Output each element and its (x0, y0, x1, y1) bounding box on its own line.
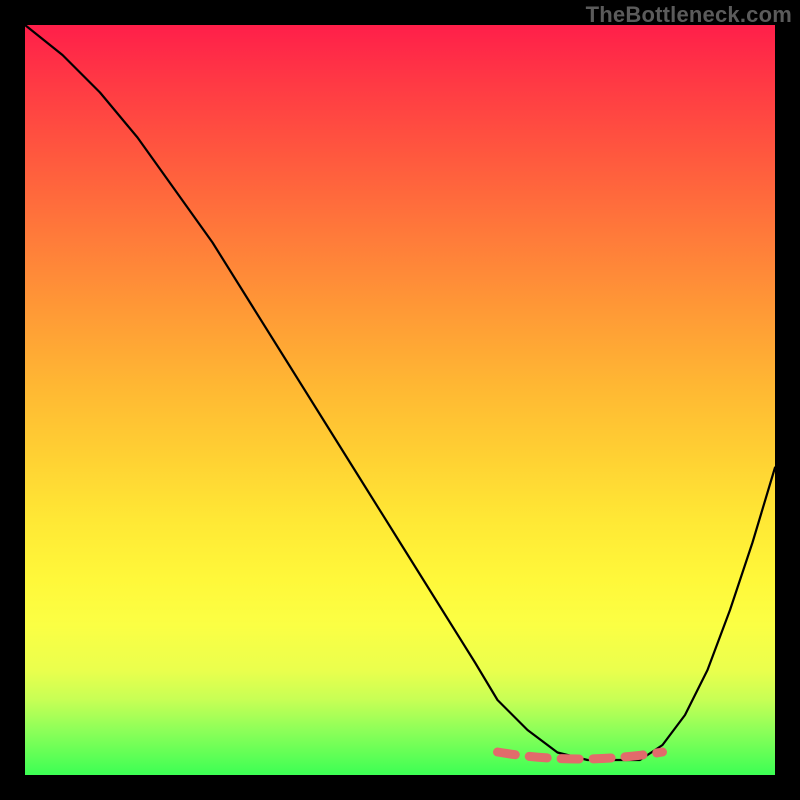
trough-highlight (498, 752, 663, 759)
plot-area (25, 25, 775, 775)
watermark-text: TheBottleneck.com (586, 2, 792, 28)
chart-frame: TheBottleneck.com (0, 0, 800, 800)
bottleneck-chart (25, 25, 775, 775)
bottleneck-curve-line (25, 25, 775, 760)
